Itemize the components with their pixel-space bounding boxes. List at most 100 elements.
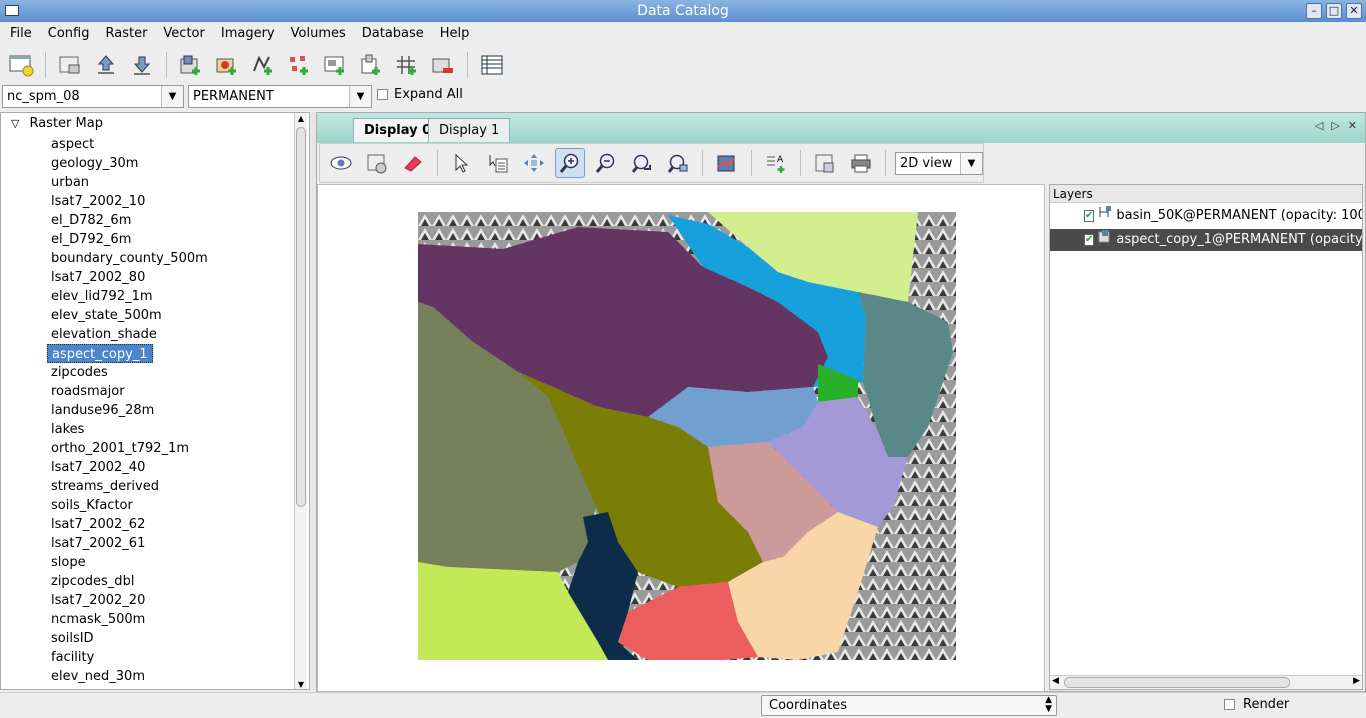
tree-item[interactable]: el_D792_6m [47,230,135,249]
zoom-extent-icon[interactable] [663,148,693,178]
add-points-icon[interactable] [284,50,314,80]
tree-item[interactable]: landuse96_28m [47,401,158,420]
scroll-down-icon[interactable]: ▼ [295,680,307,689]
tree-item[interactable]: geology_30m [47,154,142,173]
add-map-display-icon[interactable] [6,50,36,80]
tree-item[interactable]: zipcodes [47,363,112,382]
menu-volumes[interactable]: Volumes [283,26,354,41]
tree-item[interactable]: lsat7_2002_50 [47,686,149,689]
upload-icon[interactable] [91,50,121,80]
scroll-up-icon[interactable]: ▲ [295,113,307,125]
menu-config[interactable]: Config [40,26,98,41]
minimize-button[interactable]: – [1306,3,1322,19]
save-display-icon[interactable] [810,148,840,178]
tree-item[interactable]: soils_Kfactor [47,496,137,515]
tree-item[interactable]: boundary_county_500m [47,249,212,268]
tree-item[interactable]: soilsID [47,629,98,648]
layer-row[interactable]: ✔ basin_50K@PERMANENT (opacity: 100% [1050,205,1362,227]
chevron-down-icon[interactable]: ▼ [960,152,982,174]
print-icon[interactable] [846,148,876,178]
tree-item[interactable]: facility [47,648,98,667]
analyze-map-icon[interactable] [712,148,742,178]
tree-item[interactable]: urban [47,173,93,192]
download-icon[interactable] [127,50,157,80]
tab-display-1[interactable]: Display 1 [428,118,511,142]
tree-item[interactable]: el_D782_6m [47,211,135,230]
tree-vertical-scrollbar[interactable]: ▲ ▼ [294,113,307,689]
maximize-button[interactable]: □ [1326,3,1342,19]
tree-item[interactable]: aspect [47,135,98,154]
zoom-out-icon[interactable] [591,148,621,178]
add-image-icon[interactable] [320,50,350,80]
tab-prev-icon[interactable]: ◁ [1315,119,1323,132]
menu-database[interactable]: Database [354,26,432,41]
menu-imagery[interactable]: Imagery [213,26,283,41]
expand-all-toggle[interactable]: Expand All [377,87,463,102]
tree-item[interactable]: elevation_shade [47,325,161,344]
eraser-icon[interactable] [398,148,428,178]
map-canvas[interactable] [317,184,1045,692]
remove-layer-icon[interactable] [428,50,458,80]
query-icon[interactable] [483,148,513,178]
scrollbar-thumb[interactable] [296,127,306,507]
render-checkbox[interactable] [1224,699,1235,710]
tree-item[interactable]: streams_derived [47,477,163,496]
render-label: Render [1243,697,1290,712]
coordinates-select[interactable]: Coordinates ▲ ▼ [761,695,1057,716]
add-decoration-icon[interactable]: A [761,148,791,178]
tree-item[interactable]: roadsmajor [47,382,129,401]
tree-item[interactable]: ncmask_500m [47,610,149,629]
mapset-select[interactable]: PERMANENT ▼ [188,85,372,108]
view-mode-select[interactable]: 2D view ▼ [895,151,983,175]
add-raster-icon[interactable] [176,50,206,80]
layer-row-selected[interactable]: ✔ aspect_copy_1@PERMANENT (opacity: [1050,229,1362,251]
scrollbar-thumb[interactable] [1064,677,1290,688]
menu-file[interactable]: File [2,26,40,41]
scroll-right-icon[interactable]: ▶ [1353,676,1360,686]
eye-icon[interactable] [326,148,356,178]
render-map-icon[interactable] [362,148,392,178]
pan-icon[interactable] [519,148,549,178]
expand-all-checkbox[interactable] [377,89,388,100]
tree-item[interactable]: lsat7_2002_20 [47,591,149,610]
tree-item[interactable]: slope [47,553,90,572]
tree-item[interactable]: lsat7_2002_62 [47,515,149,534]
chevron-updown-icon[interactable]: ▲ ▼ [1045,696,1052,714]
close-button[interactable]: ✕ [1346,3,1362,19]
expand-triangle-icon[interactable]: ▽ [11,117,19,130]
tree-item[interactable]: elev_ned_30m [47,667,149,686]
layer-visibility-checkbox[interactable]: ✔ [1084,210,1095,222]
tab-next-icon[interactable]: ▷ [1331,119,1339,132]
tree-item[interactable]: lsat7_2002_61 [47,534,149,553]
tab-close-icon[interactable]: ✕ [1348,119,1357,132]
tree-item[interactable]: zipcodes_dbl [47,572,138,591]
scroll-left-icon[interactable]: ◀ [1052,676,1059,686]
layer-visibility-checkbox[interactable]: ✔ [1084,234,1095,246]
render-toggle[interactable]: Render [1224,697,1289,712]
tree-item[interactable]: lsat7_2002_10 [47,192,149,211]
pointer-icon[interactable] [447,148,477,178]
menu-help[interactable]: Help [432,26,478,41]
tree-item[interactable]: lsat7_2002_80 [47,268,149,287]
menu-raster[interactable]: Raster [97,26,155,41]
add-grid-icon[interactable] [392,50,422,80]
tree-item[interactable]: elev_lid792_1m [47,287,157,306]
layers-horizontal-scrollbar[interactable]: ◀ ▶ [1050,675,1362,689]
add-vector-icon[interactable] [248,50,278,80]
zoom-in-icon[interactable] [555,148,585,178]
tree-item[interactable]: lakes [47,420,88,439]
tree-item[interactable]: elev_state_500m [47,306,166,325]
tree-item[interactable]: lsat7_2002_40 [47,458,149,477]
new-workspace-icon[interactable] [55,50,85,80]
add-overlay-icon[interactable] [356,50,386,80]
attribute-table-icon[interactable] [477,50,507,80]
tree-item[interactable]: ortho_2001_t792_1m [47,439,193,458]
zoom-back-icon[interactable] [627,148,657,178]
chevron-down-icon[interactable]: ▼ [161,86,183,107]
add-raster-color-icon[interactable] [212,50,242,80]
menu-vector[interactable]: Vector [155,26,212,41]
tree-root-raster-map[interactable]: ▽ Raster Map [11,116,103,131]
chevron-down-icon[interactable]: ▼ [349,86,371,107]
location-select[interactable]: nc_spm_08 ▼ [2,85,184,108]
tree-item-selected[interactable]: aspect_copy_1 [47,344,153,363]
